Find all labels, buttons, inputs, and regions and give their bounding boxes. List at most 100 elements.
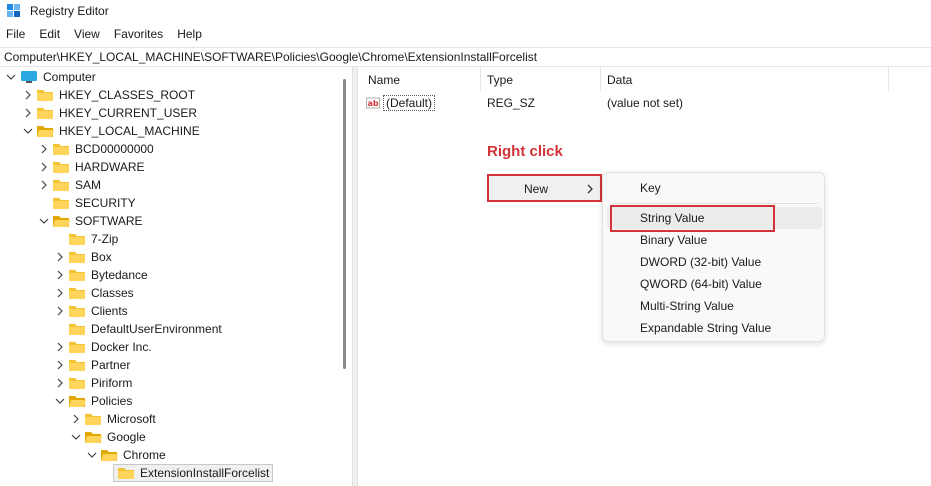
tree-label: SAM — [75, 178, 102, 192]
new-submenu: Key String Value Binary Value DWORD (32-… — [602, 172, 825, 342]
window-title: Registry Editor — [30, 4, 109, 18]
tree-label: Clients — [91, 304, 128, 318]
folder-icon — [53, 144, 69, 155]
string-value-icon: ab — [366, 97, 380, 109]
submenu-expandable-string-value[interactable]: Expandable String Value — [603, 317, 826, 339]
svg-text:ab: ab — [368, 99, 379, 108]
chevron-right-icon — [41, 180, 47, 190]
submenu-label: Binary Value — [640, 233, 708, 247]
tree-label: Classes — [91, 286, 134, 300]
chevron-down-icon — [6, 74, 16, 80]
chevron-down-icon — [71, 434, 81, 440]
tree-label: SOFTWARE — [75, 214, 143, 228]
menu-bar: File Edit View Favorites Help — [0, 25, 209, 45]
tree-node-hkcu[interactable]: HKEY_CURRENT_USER — [36, 104, 197, 122]
folder-icon — [69, 342, 85, 353]
menu-favorites[interactable]: Favorites — [107, 25, 170, 45]
chevron-right-icon — [57, 288, 63, 298]
tree-node-7zip[interactable]: 7-Zip — [68, 230, 118, 248]
column-data[interactable]: Data — [607, 73, 632, 87]
chevron-right-icon — [57, 252, 63, 262]
chevron-right-icon — [57, 270, 63, 280]
tree-label: Box — [91, 250, 112, 264]
tree-label: Bytedance — [91, 268, 148, 282]
tree-label: Chrome — [123, 448, 166, 462]
submenu-dword-value[interactable]: DWORD (32-bit) Value — [603, 251, 826, 273]
chevron-right-icon — [57, 360, 63, 370]
menu-view[interactable]: View — [67, 25, 107, 45]
submenu-label: QWORD (64-bit) Value — [640, 277, 762, 291]
column-divider[interactable] — [480, 67, 481, 91]
value-data: (value not set) — [607, 96, 684, 110]
submenu-key[interactable]: Key — [603, 177, 826, 199]
tree-node-sam[interactable]: SAM — [52, 176, 101, 194]
submenu-multi-string-value[interactable]: Multi-String Value — [603, 295, 826, 317]
tree-node-partial — [68, 482, 86, 486]
tree-node-bcd[interactable]: BCD00000000 — [52, 140, 154, 158]
column-divider[interactable] — [888, 67, 889, 91]
tree-node-hkcr[interactable]: HKEY_CLASSES_ROOT — [36, 86, 195, 104]
chevron-down-icon — [55, 398, 65, 404]
submenu-label: DWORD (32-bit) Value — [640, 255, 762, 269]
submenu-qword-value[interactable]: QWORD (64-bit) Value — [603, 273, 826, 295]
tree-scrollbar[interactable] — [340, 67, 348, 486]
address-bar[interactable]: Computer\HKEY_LOCAL_MACHINE\SOFTWARE\Pol… — [0, 47, 931, 67]
chevron-right-icon — [25, 108, 31, 118]
folder-open-icon — [85, 432, 102, 443]
submenu-label: Key — [640, 181, 661, 195]
tree-node-software[interactable]: SOFTWARE — [52, 212, 143, 230]
context-menu-new[interactable]: New — [487, 174, 602, 202]
tree-node-microsoft[interactable]: Microsoft — [84, 410, 156, 428]
folder-open-icon — [101, 450, 118, 461]
menu-file[interactable]: File — [0, 25, 32, 45]
tree-label: SECURITY — [75, 196, 136, 210]
tree-node-google[interactable]: Google — [84, 428, 146, 446]
chevron-right-icon — [41, 144, 47, 154]
tree-node-hardware[interactable]: HARDWARE — [52, 158, 145, 176]
menu-help[interactable]: Help — [170, 25, 209, 45]
folder-icon — [118, 468, 134, 479]
address-path[interactable]: Computer\HKEY_LOCAL_MACHINE\SOFTWARE\Pol… — [4, 50, 537, 64]
tree-node-hklm[interactable]: HKEY_LOCAL_MACHINE — [36, 122, 200, 140]
folder-icon — [69, 306, 85, 317]
column-divider[interactable] — [600, 67, 601, 91]
submenu-label: Expandable String Value — [640, 321, 772, 335]
folder-icon — [85, 414, 101, 425]
chevron-down-icon — [87, 452, 97, 458]
right-click-annotation: Right click — [487, 143, 563, 160]
title-bar: Registry Editor — [0, 0, 931, 22]
folder-icon — [53, 162, 69, 173]
tree-node-bytedance[interactable]: Bytedance — [68, 266, 148, 284]
menu-edit[interactable]: Edit — [32, 25, 67, 45]
tree-label: HKEY_LOCAL_MACHINE — [59, 124, 200, 138]
tree-label: BCD00000000 — [75, 142, 154, 156]
tree-node-chrome[interactable]: Chrome — [100, 446, 166, 464]
tree-node-security[interactable]: SECURITY — [52, 194, 136, 212]
chevron-right-icon — [587, 184, 593, 194]
tree-node-docker[interactable]: Docker Inc. — [68, 338, 152, 356]
tree-label: HARDWARE — [75, 160, 145, 174]
column-type[interactable]: Type — [487, 73, 513, 87]
tree-label: 7-Zip — [91, 232, 119, 246]
tree-node-extensioninstallforcelist[interactable]: ExtensionInstallForcelist — [113, 464, 274, 482]
tree-node-classes[interactable]: Classes — [68, 284, 134, 302]
tree-node-policies[interactable]: Policies — [68, 392, 132, 410]
registry-editor-icon — [7, 4, 20, 17]
chevron-right-icon — [25, 90, 31, 100]
chevron-right-icon — [41, 162, 47, 172]
value-row-default[interactable]: ab (Default) — [366, 95, 436, 111]
new-label: New — [524, 182, 549, 196]
string-value-highlight — [610, 205, 775, 232]
scrollbar-thumb[interactable] — [343, 79, 346, 369]
tree-node-piriform[interactable]: Piriform — [68, 374, 132, 392]
tree-node-computer[interactable]: Computer — [20, 68, 96, 86]
tree-label: DefaultUserEnvironment — [91, 322, 222, 336]
folder-icon — [69, 324, 85, 335]
tree-node-clients[interactable]: Clients — [68, 302, 128, 320]
value-type: REG_SZ — [487, 96, 536, 110]
tree-node-partner[interactable]: Partner — [68, 356, 130, 374]
column-name[interactable]: Name — [368, 73, 400, 87]
submenu-binary-value[interactable]: Binary Value — [603, 229, 826, 251]
tree-node-box[interactable]: Box — [68, 248, 112, 266]
tree-node-defaultuserenvironment[interactable]: DefaultUserEnvironment — [68, 320, 222, 338]
